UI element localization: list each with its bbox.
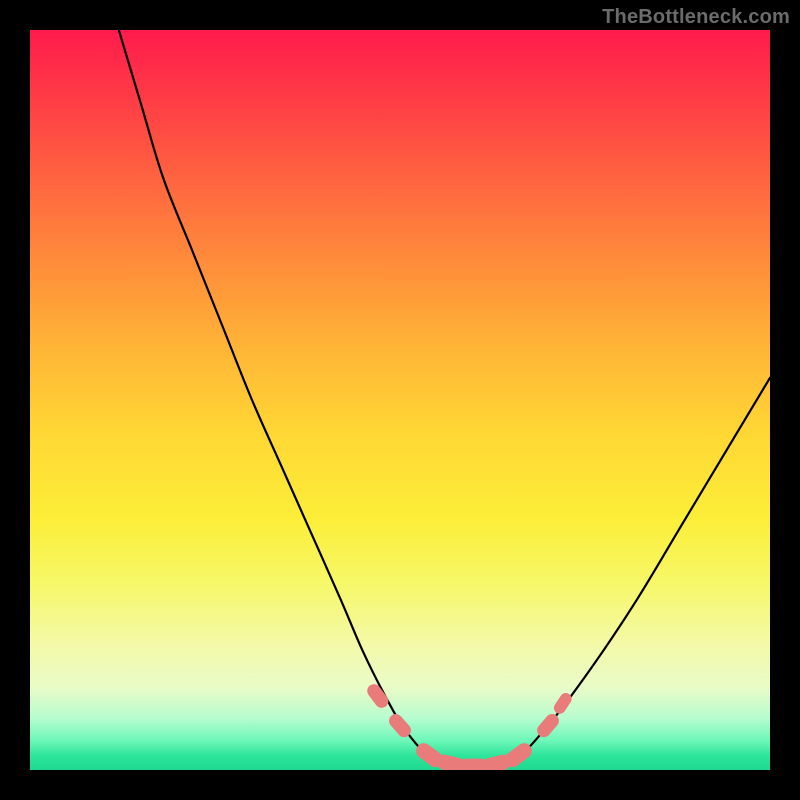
chart-frame: TheBottleneck.com <box>0 0 800 800</box>
highlight-bumps <box>30 30 770 770</box>
bump-marker <box>365 682 390 710</box>
chart-plot-area <box>30 30 770 770</box>
bump-marker <box>387 712 413 739</box>
bump-marker <box>535 712 561 739</box>
watermark-text: TheBottleneck.com <box>602 6 790 29</box>
bump-marker <box>552 691 573 715</box>
